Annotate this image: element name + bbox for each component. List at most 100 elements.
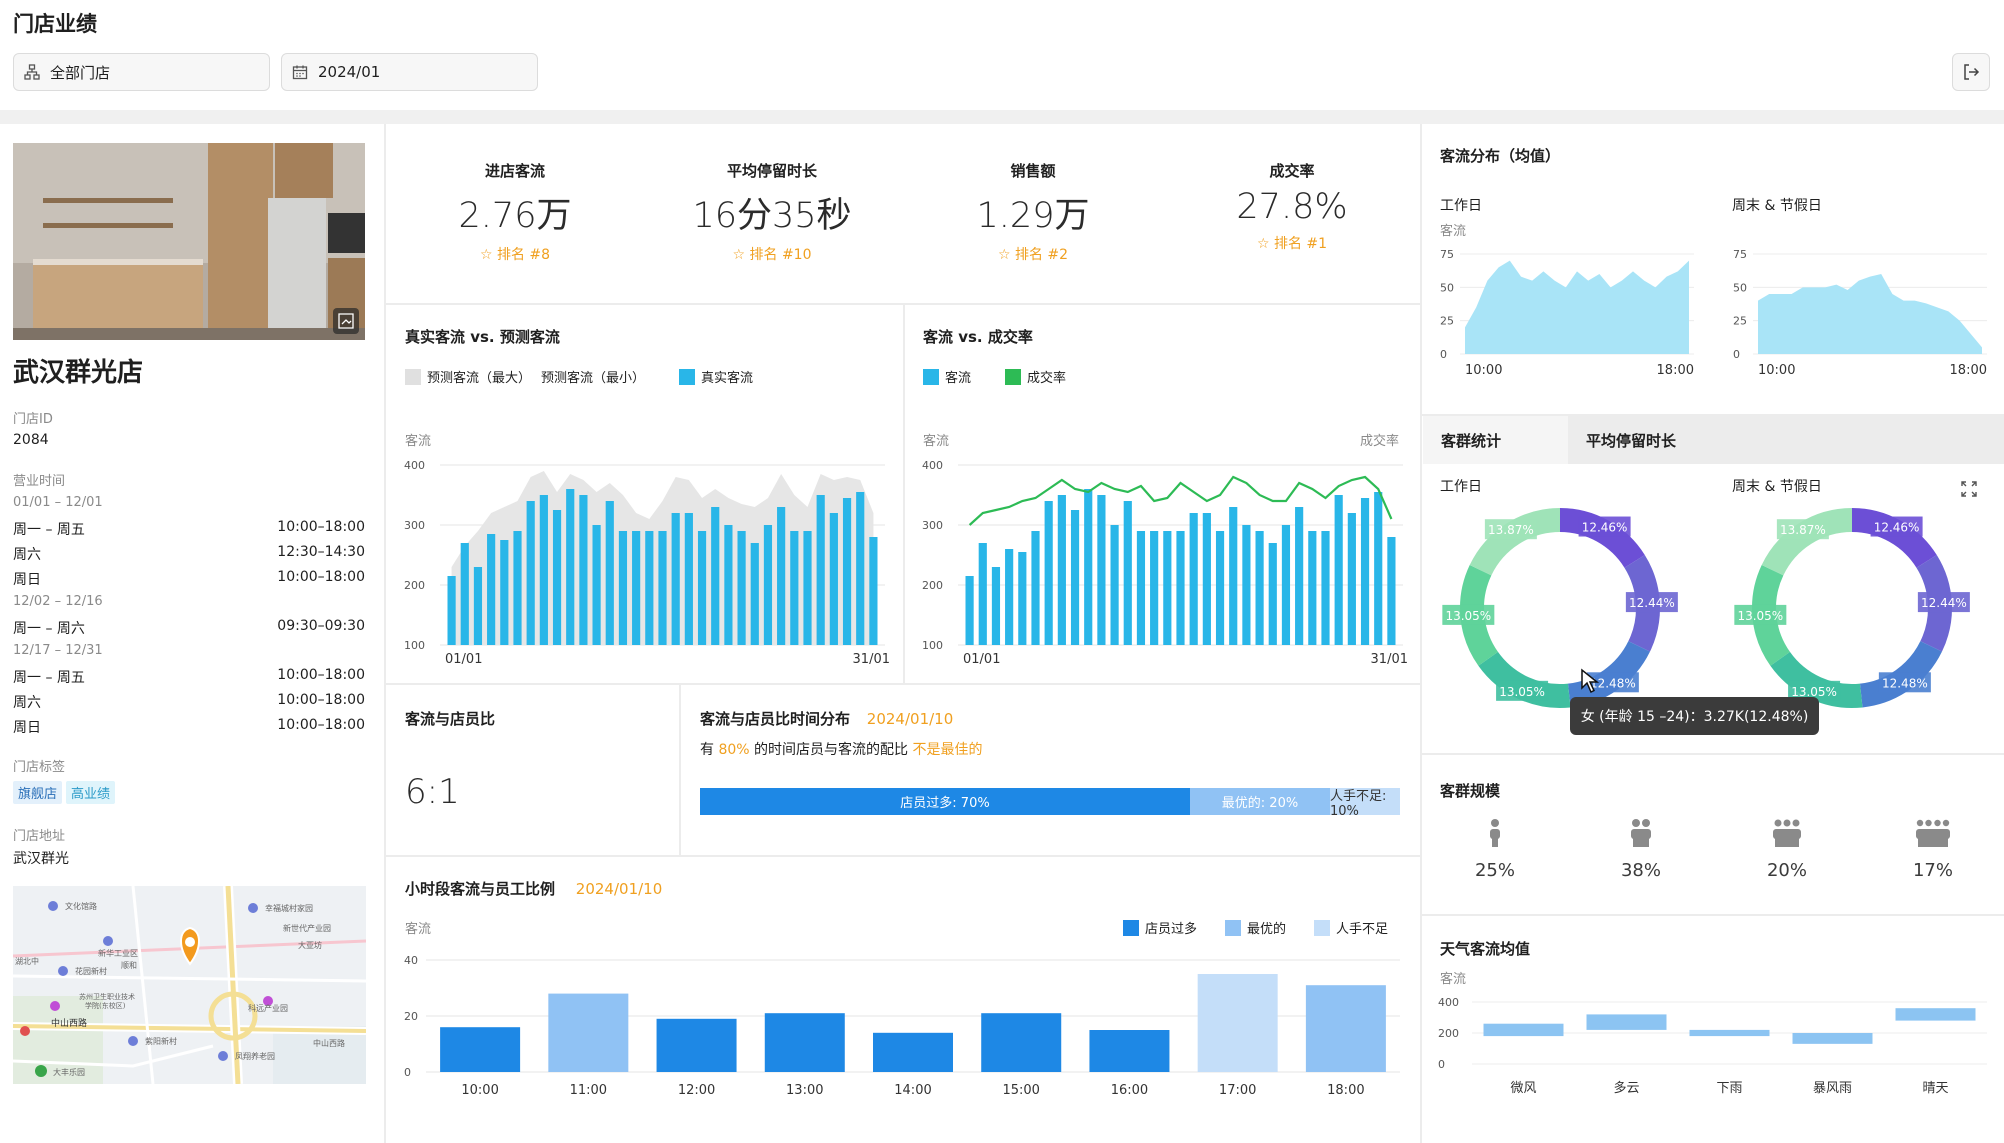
divider-right	[1420, 124, 1422, 1143]
store-select-value: 全部门店	[50, 63, 111, 82]
org-tree-icon	[24, 64, 40, 80]
bar	[803, 531, 812, 645]
dist-title: 客流分布（均值）	[1440, 147, 1561, 165]
kpi-rank-text: 排名 #1	[1273, 236, 1328, 252]
bar	[1334, 495, 1343, 645]
hours-day: 周一 – 周六	[13, 621, 85, 637]
bar	[737, 531, 746, 645]
weather-bar	[1689, 1029, 1770, 1037]
x-tick-label: 10:00	[1758, 363, 1795, 378]
date-select-value: 2024/01	[318, 63, 381, 81]
svg-text:湖北中: 湖北中	[15, 956, 39, 966]
hourly-legend: 店员过多 最优的 人手不足	[1123, 918, 1388, 937]
bar	[816, 495, 825, 645]
date-select[interactable]: 2024/01	[281, 53, 538, 91]
tags-label: 门店标签	[13, 760, 66, 775]
legend-swatch-understaffed	[1314, 919, 1331, 936]
store-map[interactable]: 文化馆路 幸福城村家园 新华工业区 顺和 湖北中 新世代产业园 大亚坊 花园新村…	[13, 886, 366, 1084]
bar	[618, 531, 628, 645]
bar	[1110, 525, 1119, 645]
bar	[965, 576, 974, 645]
tab-dwell-time[interactable]: 平均停留时长	[1568, 416, 2004, 464]
chart-forecast-ylabel: 客流	[405, 434, 432, 449]
bar	[592, 525, 601, 645]
kpi-rank: ☆ 排名 #8	[395, 244, 635, 264]
pie-weekend[interactable]: 12.46%12.44%12.48%13.05%13.05%13.87%	[1732, 498, 1972, 718]
pie-workday[interactable]: 12.46%12.44%12.48%13.05%13.05%13.87%	[1440, 498, 1680, 718]
bar	[684, 513, 693, 645]
hours-row: 周日 10:00–18:00	[13, 717, 365, 737]
svg-text:顺和: 顺和	[121, 961, 137, 970]
chart-conversion-ylabel: 客流	[923, 434, 950, 449]
legend-label: 预测客流（最小）	[541, 371, 646, 386]
bar	[829, 513, 838, 645]
hours-row: 周六 12:30–14:30	[13, 544, 365, 564]
y-tick-label: 25	[1733, 315, 1747, 328]
x-tick-label: 暴风雨	[1813, 1081, 1852, 1096]
expand-icon	[1961, 481, 1977, 497]
tag-flagship[interactable]: 旗舰店	[13, 781, 63, 804]
hours-row: 周日 10:00–18:00	[13, 569, 365, 589]
kpi-label: 成交率	[1269, 162, 1315, 180]
store-select[interactable]: 全部门店	[13, 53, 270, 91]
group-size-title: 客群规模	[1440, 782, 1501, 800]
legend-swatch-overstaffed	[1123, 919, 1139, 936]
y-tick-label: 75	[1440, 248, 1454, 261]
chart-forecast-plot: 100 200 300 400 01/01 31/01	[404, 459, 890, 667]
weather-plot: 0 200 400 微风 多云 下雨 暴风雨 晴天	[1438, 996, 1987, 1096]
hourly-title: 小时段客流与员工比例	[405, 880, 556, 898]
ratio-segment[interactable]: 店员过多: 70%	[700, 788, 1190, 815]
dist-group-label: 工作日	[1440, 198, 1482, 214]
y-tick-label: 300	[404, 519, 425, 532]
x-tick-label: 01/01	[445, 652, 482, 667]
slice-label: 13.05%	[1737, 609, 1783, 623]
weather-ylabel: 客流	[1440, 972, 1467, 987]
bar	[1229, 507, 1238, 645]
hourly-bar	[656, 1018, 737, 1072]
bar	[1360, 498, 1370, 645]
exit-button[interactable]	[1952, 53, 1990, 91]
ratio-segment[interactable]: 最优的: 20%	[1190, 788, 1330, 815]
legend-label: 客流	[945, 371, 972, 386]
bar	[1084, 489, 1093, 645]
hours-day: 周日	[13, 572, 41, 588]
kpi-rank: ☆ 排名 #2	[913, 244, 1153, 264]
bar	[671, 513, 680, 645]
group-size-pct: 25%	[1474, 860, 1515, 881]
ratio-time-date: 2024/01/10	[866, 710, 954, 728]
conversion-line	[968, 475, 1393, 526]
hourly-bar	[873, 1032, 953, 1072]
x-tick-label: 12:00	[678, 1083, 715, 1098]
dist-area	[1465, 260, 1689, 354]
chart-conversion-plot: 100 200 300 400 01/01 31/01	[922, 459, 1408, 667]
bar	[763, 525, 773, 645]
hours-row: 周一 – 周六 09:30–09:30	[13, 618, 365, 638]
hourly-ylabel: 客流	[405, 922, 432, 937]
pie-tooltip: 女 (年龄 15 –24)：3.27K(12.48%)	[1570, 697, 1819, 735]
hourly-bar	[1089, 1030, 1170, 1072]
bar	[842, 498, 852, 645]
bar	[539, 495, 548, 645]
tag-high-performance[interactable]: 高业绩	[66, 781, 116, 804]
x-tick-label: 下雨	[1716, 1081, 1742, 1096]
x-tick-label: 11:00	[570, 1083, 607, 1098]
person-single-icon	[1490, 819, 1500, 847]
slice-label: 13.05%	[1445, 609, 1491, 623]
bar	[1374, 492, 1383, 645]
x-tick-label: 10:00	[1465, 363, 1502, 378]
y-tick-label: 100	[922, 639, 943, 652]
star-icon: ☆	[1256, 236, 1270, 252]
divider-hourly	[386, 855, 1420, 857]
x-tick-label: 16:00	[1111, 1083, 1148, 1098]
tab-segment-stats[interactable]: 客群统计	[1423, 416, 1568, 464]
hours-time: 09:30–09:30	[277, 618, 365, 634]
svg-text:新华工业区: 新华工业区	[98, 948, 138, 958]
hours-time: 10:00–18:00	[277, 519, 365, 535]
bar	[750, 543, 759, 645]
hourly-bar	[1197, 974, 1278, 1072]
person-group-icon	[1916, 819, 1950, 847]
chart-forecast-legend: 预测客流（最大） 预测客流（最小） 真实客流	[405, 367, 753, 386]
ratio-segment[interactable]: 人手不足: 10%	[1330, 788, 1400, 819]
x-tick-label: 15:00	[1002, 1083, 1039, 1098]
hours-row: 周一 – 周五 10:00–18:00	[13, 519, 365, 539]
